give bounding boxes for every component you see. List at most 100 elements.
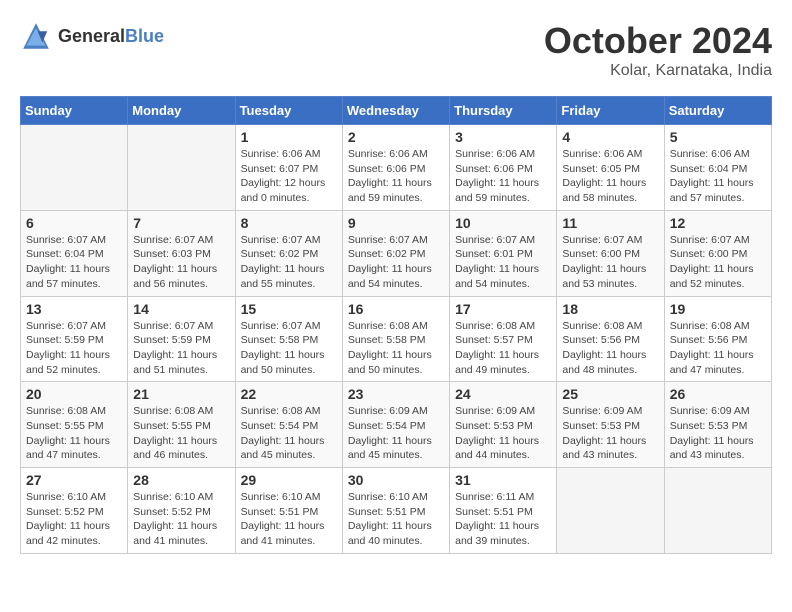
calendar-cell: 16 Sunrise: 6:08 AM Sunset: 5:58 PM Dayli… <box>342 296 449 382</box>
day-number: 18 <box>562 301 658 317</box>
calendar-cell: 8 Sunrise: 6:07 AM Sunset: 6:02 PM Daylig… <box>235 210 342 296</box>
day-info: Sunrise: 6:07 AM Sunset: 6:04 PM Dayligh… <box>26 233 122 292</box>
day-number: 13 <box>26 301 122 317</box>
day-number: 4 <box>562 129 658 145</box>
calendar-cell: 6Sunrise: 6:07 AM Sunset: 6:04 PM Daylig… <box>21 210 128 296</box>
week-row-5: 27 Sunrise: 6:10 AM Sunset: 5:52 PM Dayli… <box>21 468 772 554</box>
day-number: 8 <box>241 215 337 231</box>
day-number: 30 <box>348 472 444 488</box>
day-number: 15 <box>241 301 337 317</box>
day-info: Sunrise: 6:09 AM Sunset: 5:53 PM Dayligh… <box>670 404 766 463</box>
header-tuesday: Tuesday <box>235 97 342 125</box>
week-row-1: 1 Sunrise: 6:06 AM Sunset: 6:07 PM Daylig… <box>21 125 772 211</box>
day-info: Sunrise: 6:10 AM Sunset: 5:51 PM Dayligh… <box>241 490 337 549</box>
logo-blue: Blue <box>125 26 164 46</box>
day-number: 5 <box>670 129 766 145</box>
week-row-4: 20 Sunrise: 6:08 AM Sunset: 5:55 PM Dayli… <box>21 382 772 468</box>
day-info: Sunrise: 6:07 AM Sunset: 5:58 PM Dayligh… <box>241 319 337 378</box>
calendar-cell: 25 Sunrise: 6:09 AM Sunset: 5:53 PM Dayli… <box>557 382 664 468</box>
header-row: SundayMondayTuesdayWednesdayThursdayFrid… <box>21 97 772 125</box>
day-number: 20 <box>26 386 122 402</box>
day-number: 22 <box>241 386 337 402</box>
day-number: 17 <box>455 301 551 317</box>
day-info: Sunrise: 6:06 AM Sunset: 6:06 PM Dayligh… <box>348 147 444 206</box>
day-info: Sunrise: 6:06 AM Sunset: 6:04 PM Dayligh… <box>670 147 766 206</box>
day-info: Sunrise: 6:07 AM Sunset: 5:59 PM Dayligh… <box>26 319 122 378</box>
day-info: Sunrise: 6:07 AM Sunset: 6:01 PM Dayligh… <box>455 233 551 292</box>
day-info: Sunrise: 6:08 AM Sunset: 5:55 PM Dayligh… <box>26 404 122 463</box>
calendar-cell: 1 Sunrise: 6:06 AM Sunset: 6:07 PM Daylig… <box>235 125 342 211</box>
calendar-cell: 20 Sunrise: 6:08 AM Sunset: 5:55 PM Dayli… <box>21 382 128 468</box>
day-info: Sunrise: 6:08 AM Sunset: 5:55 PM Dayligh… <box>133 404 229 463</box>
calendar-title: October 2024 <box>544 20 772 62</box>
calendar-cell: 19 Sunrise: 6:08 AM Sunset: 5:56 PM Dayli… <box>664 296 771 382</box>
day-info: Sunrise: 6:08 AM Sunset: 5:56 PM Dayligh… <box>670 319 766 378</box>
day-info: Sunrise: 6:08 AM Sunset: 5:57 PM Dayligh… <box>455 319 551 378</box>
day-info: Sunrise: 6:07 AM Sunset: 6:00 PM Dayligh… <box>670 233 766 292</box>
calendar-cell: 17 Sunrise: 6:08 AM Sunset: 5:57 PM Dayli… <box>450 296 557 382</box>
calendar-cell: 30Sunrise: 6:10 AM Sunset: 5:51 PM Dayli… <box>342 468 449 554</box>
calendar-cell: 18 Sunrise: 6:08 AM Sunset: 5:56 PM Dayli… <box>557 296 664 382</box>
week-row-2: 6Sunrise: 6:07 AM Sunset: 6:04 PM Daylig… <box>21 210 772 296</box>
calendar-cell: 10 Sunrise: 6:07 AM Sunset: 6:01 PM Dayli… <box>450 210 557 296</box>
calendar-cell: 29 Sunrise: 6:10 AM Sunset: 5:51 PM Dayli… <box>235 468 342 554</box>
calendar-cell: 5 Sunrise: 6:06 AM Sunset: 6:04 PM Daylig… <box>664 125 771 211</box>
day-info: Sunrise: 6:08 AM Sunset: 5:54 PM Dayligh… <box>241 404 337 463</box>
calendar-cell: 11Sunrise: 6:07 AM Sunset: 6:00 PM Dayli… <box>557 210 664 296</box>
day-number: 23 <box>348 386 444 402</box>
day-number: 21 <box>133 386 229 402</box>
header-wednesday: Wednesday <box>342 97 449 125</box>
day-number: 7 <box>133 215 229 231</box>
day-number: 19 <box>670 301 766 317</box>
calendar-cell: 12 Sunrise: 6:07 AM Sunset: 6:00 PM Dayli… <box>664 210 771 296</box>
day-info: Sunrise: 6:07 AM Sunset: 6:02 PM Dayligh… <box>348 233 444 292</box>
calendar-cell: 7Sunrise: 6:07 AM Sunset: 6:03 PM Daylig… <box>128 210 235 296</box>
calendar-cell: 31 Sunrise: 6:11 AM Sunset: 5:51 PM Dayli… <box>450 468 557 554</box>
logo: GeneralBlue <box>20 20 164 52</box>
calendar-cell: 15 Sunrise: 6:07 AM Sunset: 5:58 PM Dayli… <box>235 296 342 382</box>
day-number: 25 <box>562 386 658 402</box>
day-info: Sunrise: 6:11 AM Sunset: 5:51 PM Dayligh… <box>455 490 551 549</box>
day-info: Sunrise: 6:07 AM Sunset: 6:02 PM Dayligh… <box>241 233 337 292</box>
calendar-cell: 2Sunrise: 6:06 AM Sunset: 6:06 PM Daylig… <box>342 125 449 211</box>
calendar-cell: 22 Sunrise: 6:08 AM Sunset: 5:54 PM Dayli… <box>235 382 342 468</box>
day-info: Sunrise: 6:08 AM Sunset: 5:58 PM Dayligh… <box>348 319 444 378</box>
calendar-cell <box>21 125 128 211</box>
calendar-cell: 23 Sunrise: 6:09 AM Sunset: 5:54 PM Dayli… <box>342 382 449 468</box>
day-number: 31 <box>455 472 551 488</box>
logo-icon <box>20 20 52 52</box>
calendar-cell: 27 Sunrise: 6:10 AM Sunset: 5:52 PM Dayli… <box>21 468 128 554</box>
day-number: 28 <box>133 472 229 488</box>
header-sunday: Sunday <box>21 97 128 125</box>
day-number: 3 <box>455 129 551 145</box>
calendar-cell: 4 Sunrise: 6:06 AM Sunset: 6:05 PM Daylig… <box>557 125 664 211</box>
day-number: 29 <box>241 472 337 488</box>
calendar-cell: 13 Sunrise: 6:07 AM Sunset: 5:59 PM Dayli… <box>21 296 128 382</box>
day-info: Sunrise: 6:10 AM Sunset: 5:52 PM Dayligh… <box>26 490 122 549</box>
day-info: Sunrise: 6:06 AM Sunset: 6:07 PM Dayligh… <box>241 147 337 206</box>
day-number: 12 <box>670 215 766 231</box>
day-number: 16 <box>348 301 444 317</box>
calendar-table: SundayMondayTuesdayWednesdayThursdayFrid… <box>20 96 772 554</box>
day-info: Sunrise: 6:09 AM Sunset: 5:54 PM Dayligh… <box>348 404 444 463</box>
day-number: 10 <box>455 215 551 231</box>
calendar-cell <box>664 468 771 554</box>
calendar-cell <box>128 125 235 211</box>
day-number: 1 <box>241 129 337 145</box>
calendar-cell: 21 Sunrise: 6:08 AM Sunset: 5:55 PM Dayli… <box>128 382 235 468</box>
day-info: Sunrise: 6:10 AM Sunset: 5:52 PM Dayligh… <box>133 490 229 549</box>
day-info: Sunrise: 6:09 AM Sunset: 5:53 PM Dayligh… <box>455 404 551 463</box>
day-number: 24 <box>455 386 551 402</box>
day-info: Sunrise: 6:06 AM Sunset: 6:05 PM Dayligh… <box>562 147 658 206</box>
calendar-cell: 24 Sunrise: 6:09 AM Sunset: 5:53 PM Dayli… <box>450 382 557 468</box>
logo-general: General <box>58 26 125 46</box>
day-info: Sunrise: 6:07 AM Sunset: 6:00 PM Dayligh… <box>562 233 658 292</box>
day-number: 9 <box>348 215 444 231</box>
calendar-cell: 28 Sunrise: 6:10 AM Sunset: 5:52 PM Dayli… <box>128 468 235 554</box>
day-info: Sunrise: 6:09 AM Sunset: 5:53 PM Dayligh… <box>562 404 658 463</box>
page-header: GeneralBlue October 2024 Kolar, Karnatak… <box>20 20 772 80</box>
title-block: October 2024 Kolar, Karnataka, India <box>544 20 772 80</box>
day-info: Sunrise: 6:08 AM Sunset: 5:56 PM Dayligh… <box>562 319 658 378</box>
header-monday: Monday <box>128 97 235 125</box>
day-number: 27 <box>26 472 122 488</box>
